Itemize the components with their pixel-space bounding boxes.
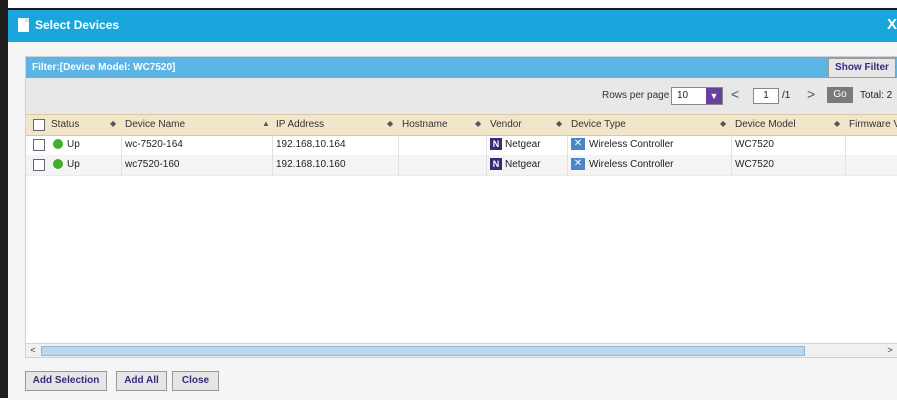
column-header-device-model[interactable]: Device Model bbox=[735, 119, 796, 130]
sort-hostname-icon[interactable]: ◆ bbox=[475, 119, 481, 128]
rows-per-page-value: 10 bbox=[677, 90, 689, 101]
table-row[interactable]: Up wc-7520-164 192.168.10.164 N Netgear … bbox=[26, 135, 897, 156]
device-model-cell: WC7520 bbox=[735, 139, 774, 150]
column-divider bbox=[731, 135, 732, 155]
column-header-device-type[interactable]: Device Type bbox=[571, 119, 626, 130]
device-name-cell: wc7520-160 bbox=[125, 159, 180, 170]
status-text: Up bbox=[67, 159, 80, 170]
scroll-right-icon[interactable]: > bbox=[884, 344, 896, 356]
close-icon[interactable]: X bbox=[887, 16, 897, 33]
select-all-checkbox[interactable] bbox=[33, 119, 45, 131]
row-checkbox[interactable] bbox=[33, 139, 45, 151]
pager-toolbar: Rows per page 10 ▼ < 1 /1 > Go Total: 2 bbox=[26, 78, 897, 114]
column-divider bbox=[567, 155, 568, 175]
column-header-firmware-version[interactable]: Firmware V bbox=[849, 119, 897, 130]
dialog-title: Select Devices bbox=[35, 18, 120, 32]
column-divider bbox=[121, 155, 122, 175]
close-button[interactable]: Close bbox=[172, 371, 219, 391]
vendor-cell: Netgear bbox=[505, 159, 541, 170]
device-name-cell: wc-7520-164 bbox=[125, 139, 183, 150]
rows-per-page-select[interactable]: 10 ▼ bbox=[671, 87, 723, 105]
column-header-hostname[interactable]: Hostname bbox=[402, 119, 448, 130]
grid-header-row: Status ◆ Device Name ▲ IP Address ◆ Host… bbox=[26, 114, 897, 136]
document-icon bbox=[18, 18, 29, 32]
wireless-controller-icon: ✕ bbox=[571, 138, 585, 150]
status-up-icon bbox=[53, 159, 63, 169]
column-divider bbox=[272, 135, 273, 155]
column-divider bbox=[845, 155, 846, 175]
ip-address-cell: 192.168.10.160 bbox=[276, 159, 346, 170]
column-divider bbox=[731, 155, 732, 175]
vendor-cell: Netgear bbox=[505, 139, 541, 150]
sort-device-model-icon[interactable]: ◆ bbox=[834, 119, 840, 128]
ip-address-cell: 192.168.10.164 bbox=[276, 139, 346, 150]
dialog-title-bar: Select Devices X bbox=[8, 10, 897, 42]
device-type-cell: Wireless Controller bbox=[589, 159, 674, 170]
rows-per-page-label: Rows per page bbox=[602, 90, 670, 101]
netgear-logo-icon: N bbox=[490, 158, 502, 170]
add-all-button[interactable]: Add All bbox=[116, 371, 167, 391]
filter-bar: Filter:[Device Model: WC7520] Show Filte… bbox=[26, 57, 897, 78]
window-frame-edge bbox=[0, 0, 8, 398]
column-divider bbox=[121, 135, 122, 155]
scroll-left-icon[interactable]: < bbox=[27, 344, 39, 356]
device-model-cell: WC7520 bbox=[735, 159, 774, 170]
column-divider bbox=[272, 155, 273, 175]
sort-vendor-icon[interactable]: ◆ bbox=[556, 119, 562, 128]
next-page-icon[interactable]: > bbox=[807, 86, 815, 102]
status-up-icon bbox=[53, 139, 63, 149]
column-header-device-name[interactable]: Device Name bbox=[125, 119, 185, 130]
table-row[interactable]: Up wc7520-160 192.168.10.160 N Netgear ✕… bbox=[26, 155, 897, 176]
column-header-ip-address[interactable]: IP Address bbox=[276, 119, 324, 130]
scrollbar-thumb[interactable] bbox=[41, 346, 805, 356]
horizontal-scrollbar[interactable]: < > bbox=[26, 343, 897, 357]
column-divider bbox=[486, 155, 487, 175]
sort-ip-address-icon[interactable]: ◆ bbox=[387, 119, 393, 128]
column-divider bbox=[845, 135, 846, 155]
column-divider bbox=[486, 135, 487, 155]
chevron-down-icon[interactable]: ▼ bbox=[706, 88, 722, 104]
column-header-status[interactable]: Status bbox=[51, 119, 79, 130]
row-checkbox[interactable] bbox=[33, 159, 45, 171]
device-type-cell: Wireless Controller bbox=[589, 139, 674, 150]
sort-device-type-icon[interactable]: ◆ bbox=[720, 119, 726, 128]
column-divider bbox=[567, 135, 568, 155]
show-filter-button[interactable]: Show Filter bbox=[828, 58, 896, 78]
column-header-vendor[interactable]: Vendor bbox=[490, 119, 522, 130]
page-number-input[interactable]: 1 bbox=[753, 88, 779, 104]
go-button[interactable]: Go bbox=[827, 87, 853, 103]
previous-page-icon[interactable]: < bbox=[731, 86, 739, 102]
sort-device-name-icon[interactable]: ▲ bbox=[262, 119, 270, 128]
sort-status-icon[interactable]: ◆ bbox=[110, 119, 116, 128]
device-grid-panel: Filter:[Device Model: WC7520] Show Filte… bbox=[25, 56, 897, 358]
column-divider bbox=[398, 135, 399, 155]
netgear-logo-icon: N bbox=[490, 138, 502, 150]
select-devices-dialog: Select Devices X Filter:[Device Model: W… bbox=[8, 8, 897, 400]
status-text: Up bbox=[67, 139, 80, 150]
column-divider bbox=[398, 155, 399, 175]
wireless-controller-icon: ✕ bbox=[571, 158, 585, 170]
add-selection-button[interactable]: Add Selection bbox=[25, 371, 107, 391]
filter-text: Filter:[Device Model: WC7520] bbox=[32, 62, 176, 73]
total-count: Total: 2 bbox=[860, 90, 893, 101]
total-pages: /1 bbox=[782, 90, 791, 101]
